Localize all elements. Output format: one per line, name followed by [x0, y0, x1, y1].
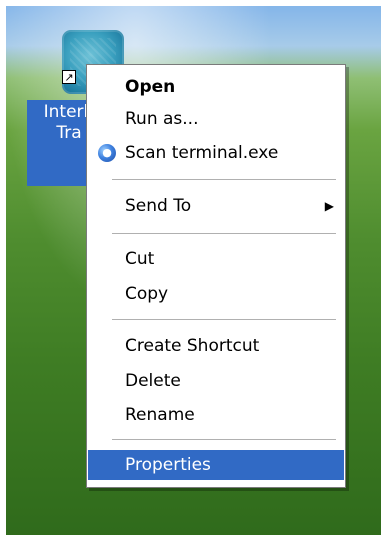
menu-item-label: Delete — [125, 371, 181, 391]
submenu-arrow-icon: ▶ — [324, 199, 334, 213]
menu-item-label: Open — [125, 77, 176, 97]
menu-separator — [112, 179, 336, 181]
menu-item-label: Run as... — [125, 109, 199, 129]
shortcut-arrow-icon: ↗ — [62, 70, 76, 84]
menu-item-delete[interactable]: Delete — [88, 366, 344, 396]
menu-item-label: Properties — [125, 455, 211, 475]
menu-item-label: Scan terminal.exe — [125, 143, 279, 163]
menu-item-properties[interactable]: Properties — [88, 450, 344, 480]
menu-item-label: Create Shortcut — [125, 336, 260, 356]
context-menu: Open Run as... ● Scan terminal.exe Send … — [86, 64, 346, 488]
menu-item-copy[interactable]: Copy — [88, 279, 344, 309]
menu-item-open[interactable]: Open — [88, 72, 344, 102]
menu-item-send-to[interactable]: Send To ▶ — [88, 191, 344, 221]
menu-item-rename[interactable]: Rename — [88, 400, 344, 430]
menu-item-label: Rename — [125, 405, 195, 425]
menu-separator — [112, 439, 336, 441]
menu-separator — [112, 319, 336, 321]
menu-item-scan[interactable]: ● Scan terminal.exe — [88, 138, 344, 168]
menu-item-cut[interactable]: Cut — [88, 244, 344, 274]
menu-item-run-as[interactable]: Run as... — [88, 104, 344, 134]
menu-item-label: Copy — [125, 284, 169, 304]
menu-item-label: Cut — [125, 249, 155, 269]
menu-item-label: Send To — [125, 196, 192, 216]
antivirus-scan-icon: ● — [98, 144, 116, 162]
menu-item-create-shortcut[interactable]: Create Shortcut — [88, 331, 344, 361]
menu-separator — [112, 233, 336, 235]
